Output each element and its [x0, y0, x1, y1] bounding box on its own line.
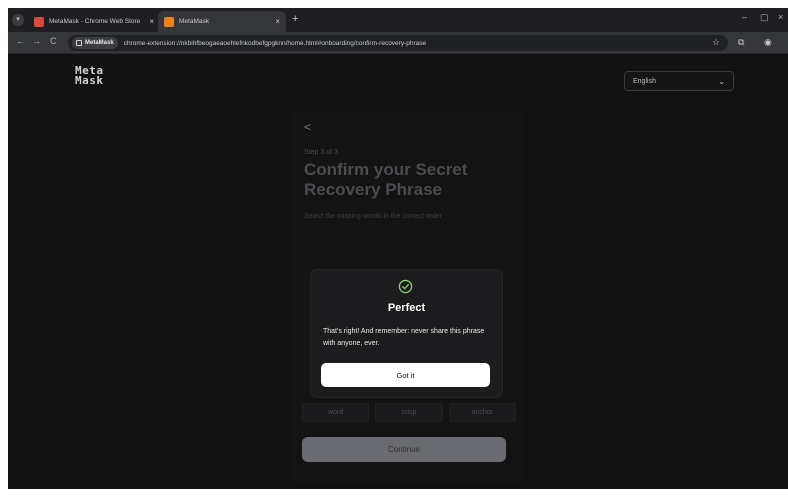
- tab-title: MetaMask: [179, 18, 209, 25]
- metamask-page: Meta Mask English ⌄ < Step 3 of 3 Confir…: [8, 55, 788, 489]
- extensions-icon[interactable]: ⧉: [738, 37, 744, 48]
- continue-button[interactable]: Continue: [302, 437, 506, 462]
- restore-icon[interactable]: ▢: [760, 12, 769, 23]
- reload-icon[interactable]: C: [50, 36, 57, 46]
- tab-title: MetaMask - Chrome Web Store: [49, 18, 141, 25]
- got-it-button[interactable]: Got it: [321, 363, 490, 387]
- forward-arrow-icon[interactable]: →: [32, 36, 41, 46]
- site-info-chip[interactable]: MetaMask: [72, 37, 118, 49]
- logo-line-2: Mask: [75, 74, 104, 87]
- step-indicator: Step 3 of 3: [304, 149, 338, 156]
- site-chip-label: MetaMask: [85, 40, 114, 46]
- tab-chrome-web-store[interactable]: MetaMask - Chrome Web Store ×: [28, 11, 160, 32]
- new-tab-icon[interactable]: +: [292, 13, 298, 25]
- language-value: English: [633, 77, 656, 85]
- chevron-down-icon: ⌄: [718, 76, 725, 86]
- word-option[interactable]: word: [302, 403, 370, 422]
- browser-toolbar: ← → C MetaMask chrome-extension://nkbihf…: [8, 32, 788, 54]
- success-modal: Perfect That's right! And remember: neve…: [311, 270, 502, 397]
- address-bar[interactable]: MetaMask chrome-extension://nkbihfbeogae…: [68, 35, 728, 51]
- tab-close-icon[interactable]: ×: [275, 17, 280, 26]
- minimize-icon[interactable]: –: [742, 12, 747, 22]
- word-option[interactable]: crisp: [375, 403, 443, 422]
- bookmark-star-icon[interactable]: ☆: [712, 37, 720, 48]
- back-arrow-icon[interactable]: ←: [16, 36, 25, 46]
- check-circle-icon: [398, 279, 413, 294]
- tab-metamask[interactable]: MetaMask ×: [158, 11, 286, 32]
- modal-message: That's right! And remember: never share …: [323, 328, 485, 347]
- language-select[interactable]: English ⌄: [624, 71, 734, 91]
- web-store-favicon-icon: [34, 16, 44, 27]
- word-option[interactable]: anchor: [448, 403, 516, 422]
- page-title: Confirm your Secret Recovery Phrase: [304, 160, 468, 199]
- browser-window: ▾ MetaMask - Chrome Web Store × MetaMask…: [8, 8, 788, 489]
- back-chevron-icon[interactable]: <: [304, 120, 311, 134]
- tab-search-icon[interactable]: ▾: [12, 14, 24, 26]
- metamask-favicon-icon: [164, 16, 174, 27]
- close-window-icon[interactable]: ×: [778, 12, 783, 22]
- tab-close-icon[interactable]: ×: [149, 17, 154, 26]
- instruction-text: Select the missing words in the correct …: [304, 213, 443, 220]
- modal-title: Perfect: [387, 302, 426, 314]
- profile-icon[interactable]: ◉: [764, 37, 772, 48]
- word-options: word crisp anchor: [302, 403, 516, 422]
- url-text[interactable]: chrome-extension://nkbihfbeogaeaoehlefnk…: [124, 40, 426, 47]
- tab-strip: ▾ MetaMask - Chrome Web Store × MetaMask…: [8, 8, 788, 32]
- extension-page-icon: [76, 40, 82, 46]
- metamask-logo: Meta Mask: [75, 65, 104, 87]
